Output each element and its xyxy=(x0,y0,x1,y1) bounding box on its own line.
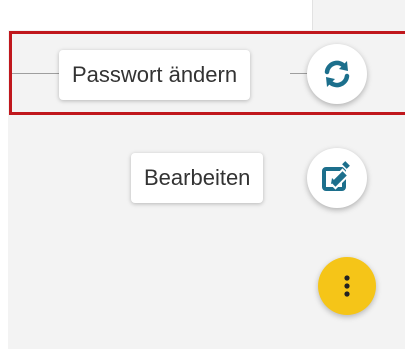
page-background-left xyxy=(0,0,8,349)
page-header-area xyxy=(0,0,312,30)
change-password-button[interactable] xyxy=(307,44,367,104)
change-password-label[interactable]: Passwort ändern xyxy=(59,50,251,100)
edit-label[interactable]: Bearbeiten xyxy=(131,153,264,203)
speed-dial-toggle-button[interactable] xyxy=(318,257,376,315)
connector-line-right xyxy=(290,73,308,74)
edit-icon xyxy=(322,161,353,191)
header-divider xyxy=(312,0,313,30)
connector-line-left xyxy=(12,73,60,74)
refresh-icon xyxy=(324,60,350,88)
more-vertical-icon xyxy=(344,275,350,297)
edit-button[interactable] xyxy=(307,148,367,208)
